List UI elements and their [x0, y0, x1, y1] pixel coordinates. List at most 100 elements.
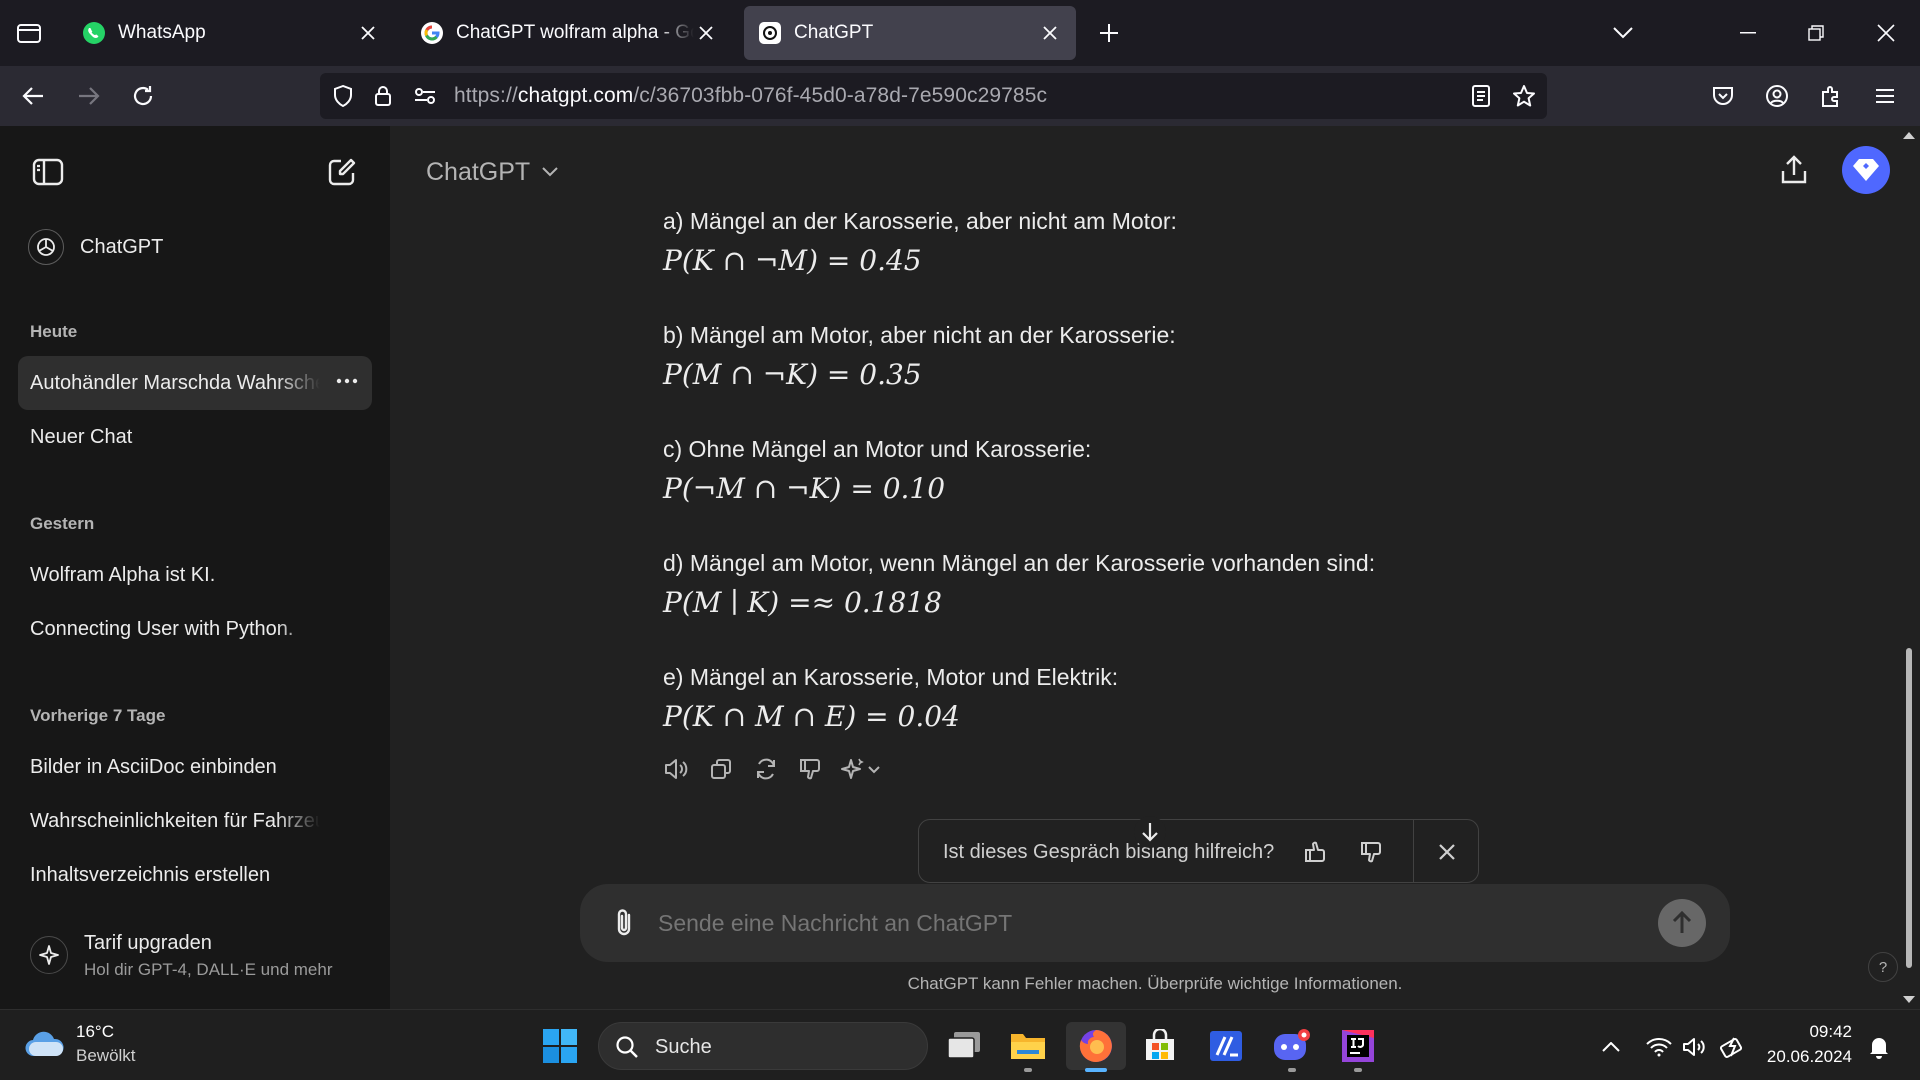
url-text[interactable]: https://chatgpt.com/c/36703fbb-076f-45d0…: [454, 84, 1047, 108]
url-bar[interactable]: https://chatgpt.com/c/36703fbb-076f-45d0…: [320, 73, 1547, 119]
sparkle-icon: [30, 936, 68, 974]
pocket-icon[interactable]: [1708, 81, 1738, 111]
tab-title: WhatsApp: [118, 22, 206, 43]
upgrade-plan-button[interactable]: Tarif upgraden Hol dir GPT-4, DALL·E und…: [18, 922, 372, 990]
chat-item-label: Bilder in AsciiDoc einbinden: [30, 755, 277, 778]
browser-navigation-bar: https://chatgpt.com/c/36703fbb-076f-45d0…: [0, 66, 1920, 126]
chat-item-neuer-chat[interactable]: Neuer Chat: [18, 410, 372, 464]
help-button[interactable]: ?: [1868, 952, 1898, 982]
file-explorer-icon[interactable]: [1004, 1022, 1052, 1072]
change-model-sparkle-icon[interactable]: [838, 754, 884, 784]
forward-arrow-icon[interactable]: [74, 81, 104, 111]
tab-overview-icon[interactable]: [14, 18, 44, 48]
chat-sidebar: ChatGPT Heute Autohändler Marschda Wahrs…: [0, 126, 390, 1009]
share-upload-icon[interactable]: [1774, 150, 1814, 190]
answer-item-b-formula: P(M ∩ ¬K) = 0.35: [663, 358, 922, 391]
tab-close-icon[interactable]: [1038, 21, 1062, 45]
chat-item-wolfram[interactable]: Wolfram Alpha ist KI.: [18, 548, 372, 602]
model-selector[interactable]: ChatGPT: [426, 152, 558, 192]
search-icon: [615, 1035, 639, 1059]
site-permissions-icon[interactable]: [412, 83, 438, 109]
task-view-icon[interactable]: [940, 1022, 988, 1070]
tab-list-chevron-icon[interactable]: [1608, 18, 1638, 48]
answer-item-d-formula: P(M ∣ K) =≈ 0.1818: [663, 586, 942, 619]
reader-view-icon[interactable]: [1468, 83, 1494, 109]
intellij-idea-icon[interactable]: [1334, 1022, 1382, 1072]
help-label: ?: [1878, 958, 1888, 976]
chat-item-label: Wahrscheinlichkeiten für Fahrzeugmängel: [30, 809, 320, 832]
back-arrow-icon[interactable]: [18, 81, 48, 111]
chat-item-python[interactable]: Connecting User with Python.: [18, 602, 372, 656]
tab-google-search[interactable]: ChatGPT wolfram alpha - Google: [406, 6, 732, 60]
windows-start-icon[interactable]: [536, 1022, 584, 1070]
feedback-close-icon[interactable]: [1431, 836, 1463, 868]
chat-item-fahrzeugmaengel[interactable]: Wahrscheinlichkeiten für Fahrzeugmängel: [18, 794, 372, 848]
tracking-shield-icon[interactable]: [330, 83, 356, 109]
discord-icon[interactable]: [1268, 1022, 1316, 1072]
account-icon[interactable]: [1762, 81, 1792, 111]
extensions-icon[interactable]: [1816, 81, 1846, 111]
more-options-icon[interactable]: [336, 378, 358, 384]
scroll-to-bottom-arrow-icon[interactable]: [1134, 816, 1166, 848]
notification-bell-icon[interactable]: [1864, 1032, 1894, 1062]
google-icon: [420, 21, 444, 45]
search-label: Suche: [655, 1036, 712, 1058]
microsoft-store-icon[interactable]: [1136, 1022, 1184, 1070]
chat-item-inhaltsverzeichnis[interactable]: Inhaltsverzeichnis erstellen: [18, 848, 372, 902]
new-chat-icon[interactable]: [322, 152, 362, 192]
message-input[interactable]: [658, 902, 1618, 944]
profile-avatar[interactable]: [1842, 146, 1890, 194]
wifi-icon[interactable]: [1644, 1032, 1674, 1062]
bookmark-star-icon[interactable]: [1510, 82, 1538, 110]
taskbar-search-box[interactable]: Suche: [598, 1022, 928, 1070]
visual-studio-code-icon[interactable]: [1202, 1022, 1250, 1070]
reload-icon[interactable]: [128, 81, 158, 111]
new-tab-button[interactable]: [1094, 18, 1124, 48]
feedback-thumbs-down-icon[interactable]: [1355, 836, 1387, 868]
chat-item-asciidoc[interactable]: Bilder in AsciiDoc einbinden: [18, 740, 372, 794]
section-label-yesterday: Gestern: [30, 514, 95, 533]
openai-icon: [758, 21, 782, 45]
page-scrollbar[interactable]: [1898, 126, 1920, 1009]
close-window-button[interactable]: [1866, 18, 1906, 48]
hamburger-menu-icon[interactable]: [1870, 81, 1900, 111]
tab-title: ChatGPT: [794, 22, 874, 43]
answer-item-a-text: a) Mängel an der Karosserie, aber nicht …: [663, 208, 1177, 234]
url-host: chatgpt.com: [517, 84, 634, 107]
regenerate-icon[interactable]: [751, 754, 781, 784]
url-scheme: https://: [454, 84, 518, 107]
upgrade-subtitle: Hol dir GPT-4, DALL·E und mehr: [84, 960, 333, 979]
volume-icon[interactable]: [1680, 1032, 1710, 1062]
attach-paperclip-icon[interactable]: [606, 904, 642, 942]
battery-charging-icon[interactable]: [1718, 1032, 1748, 1062]
chat-item-autohaendler[interactable]: Autohändler Marschda Wahrscheinlichkeite…: [18, 356, 372, 410]
running-indicator: [1354, 1068, 1362, 1072]
clock[interactable]: 09:42 20.06.2024: [1762, 1020, 1852, 1070]
weather-widget[interactable]: 16°C Bewölkt: [24, 1022, 204, 1070]
tab-whatsapp[interactable]: WhatsApp: [68, 6, 394, 60]
restore-window-button[interactable]: [1796, 18, 1836, 48]
minimize-window-button[interactable]: [1728, 18, 1768, 48]
tab-close-icon[interactable]: [356, 21, 380, 45]
show-hidden-icons-chevron[interactable]: [1596, 1032, 1626, 1062]
firefox-icon[interactable]: [1066, 1022, 1126, 1072]
sidebar-app-link[interactable]: ChatGPT: [18, 220, 372, 274]
send-button[interactable]: [1658, 899, 1706, 947]
answer-item-c-formula: P(¬M ∩ ¬K) = 0.10: [663, 472, 946, 505]
section-label-previous-7-days: Vorherige 7 Tage: [30, 706, 166, 725]
chat-item-label: Neuer Chat: [30, 425, 133, 448]
chat-item-label: Wolfram Alpha ist KI.: [30, 563, 216, 586]
windows-taskbar: 16°C Bewölkt Suche 09:42 20.06.2024: [0, 1009, 1920, 1080]
copy-icon[interactable]: [706, 754, 736, 784]
message-composer: [580, 884, 1730, 962]
answer-item-a-formula: P(K ∩ ¬M) = 0.45: [663, 244, 922, 277]
feedback-thumbs-up-icon[interactable]: [1299, 836, 1331, 868]
thumbs-down-icon[interactable]: [795, 754, 825, 784]
read-aloud-icon[interactable]: [662, 754, 692, 784]
active-indicator: [1085, 1068, 1107, 1072]
tab-chatgpt[interactable]: ChatGPT: [744, 6, 1076, 60]
toggle-sidebar-icon[interactable]: [28, 152, 68, 192]
tab-close-icon[interactable]: [694, 21, 718, 45]
lock-icon[interactable]: [370, 83, 396, 109]
answer-item-c-text: c) Ohne Mängel an Motor und Karosserie:: [663, 436, 1092, 462]
